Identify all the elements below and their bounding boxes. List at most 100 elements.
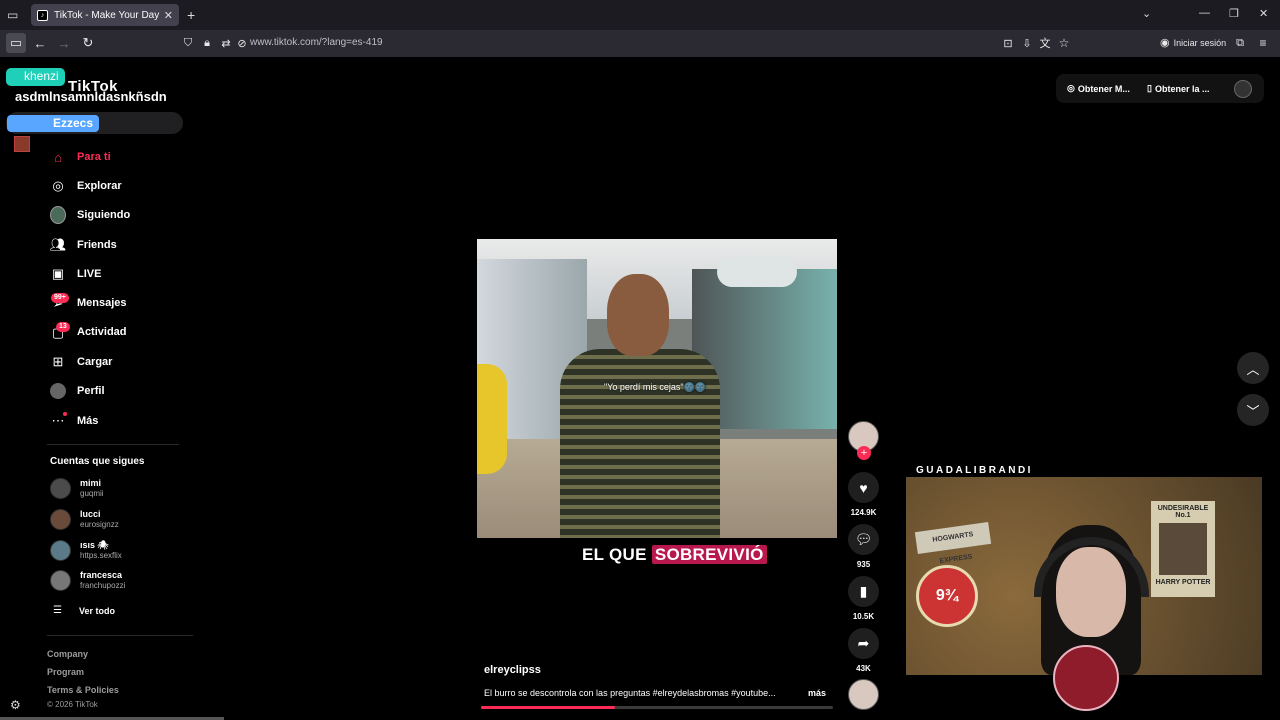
sidebar-item-para-ti[interactable]: Para ti [77,151,111,163]
avatar [50,540,71,561]
extensions-icon[interactable]: ⧉ [1230,33,1250,53]
home-icon: ⌂ [54,149,62,165]
url-bar[interactable]: www.tiktok.com/?lang=es-419 [250,37,383,48]
sidebar-item-friends[interactable]: Friends [77,239,117,251]
account-icon: ◉ [1160,37,1170,49]
footer-link-terms[interactable]: Terms & Policies [47,685,119,695]
poster-name: HARRY POTTER [1155,579,1211,586]
gear-icon[interactable]: ⚙ [10,698,21,712]
next-video-button[interactable]: ﹀ [1237,394,1269,426]
coin-icon: ◎ [1067,83,1075,93]
account-handle: https.sexflix [80,551,122,560]
sidebar-item-perfil[interactable]: Perfil [77,385,105,397]
follow-plus-icon[interactable]: + [857,446,871,460]
new-tab-button[interactable]: + [187,7,195,23]
account-name: lucci [80,509,101,519]
screenshot-icon[interactable]: ⊡ [998,33,1018,53]
subtitle-highlight: SOBREVIVIÓ [651,545,767,564]
progress-fill [481,706,615,709]
platform-sign: 9¾ [916,565,978,627]
heart-icon: ♥ [859,479,868,496]
lock-icon[interactable]: 🔒︎ [197,33,217,53]
video-man-body [560,349,720,538]
more-link[interactable]: más [808,688,826,698]
forward-button[interactable]: → [54,33,74,53]
sidebar-toggle-icon[interactable]: ▭ [6,33,26,53]
get-coins-label: Obtener M... [1077,83,1130,94]
tab-list-icon[interactable]: ▭ [7,8,18,22]
get-app-label: Obtener la ... [1154,83,1210,94]
signin-label: Iniciar sesión [1173,37,1227,48]
account-item[interactable]: lucci eurosignzz [50,509,119,530]
sidebar-item-actividad[interactable]: Actividad [77,326,127,338]
translate-icon[interactable]: 文 [1035,33,1055,53]
avatar [50,509,71,530]
share-count: 43K [856,664,871,673]
account-handle: franchupozzi [80,581,126,590]
sidebar-divider [47,635,193,636]
menu-icon[interactable]: ≡ [1253,33,1273,53]
tab-close-icon[interactable]: ✕ [164,9,173,22]
account-handle: eurosignzz [80,520,119,529]
sidebar-item-mas[interactable]: Más [77,415,98,427]
see-all-link[interactable]: Ver todo [79,606,115,616]
account-item[interactable]: ısıs 🕷 https.sexflix [50,540,122,561]
account-item[interactable]: francesca franchupozzi [50,570,125,591]
save-page-icon[interactable]: ⇩ [1017,33,1037,53]
avatar [50,478,71,499]
account-name: francesca [80,570,123,580]
search-bar-overlay[interactable]: Ezzecs [6,112,183,134]
video-progress-bar[interactable] [481,706,833,709]
shield-icon[interactable]: ⛉ [178,33,198,53]
video-man-head [607,274,669,356]
compass-icon: ◎ [52,178,64,193]
previous-video-button[interactable]: ︿ [1237,352,1269,384]
user-avatar[interactable] [1234,80,1252,98]
chevron-down-icon: ﹀ [1246,403,1260,419]
sidebar-item-mensajes[interactable]: Mensajes [77,297,127,309]
footer-link-company[interactable]: Company [47,649,88,659]
bookmark-star-icon[interactable]: ☆ [1054,33,1074,53]
footer-link-program[interactable]: Program [47,667,84,677]
comment-count: 935 [856,560,871,569]
comment-button[interactable]: 💬︎ [848,524,879,555]
sidebar-item-live[interactable]: LIVE [77,268,101,280]
share-button[interactable]: ➦ [848,628,879,659]
activity-badge: 13 [56,322,70,332]
sidebar-item-cargar[interactable]: Cargar [77,356,112,368]
get-app-button[interactable]: ▯ Obtener la ... [1147,83,1209,94]
sidebar-divider [47,444,179,445]
comment-icon: 💬︎ [854,531,873,547]
save-count: 10.5K [852,612,875,621]
back-button[interactable]: ← [30,33,50,53]
wanted-poster: UNDESIRABLE No.1 HARRY POTTER [1151,501,1215,597]
account-name: mimi [80,478,102,488]
like-button[interactable]: ♥ [848,472,879,503]
reload-button[interactable]: ↻ [78,33,98,53]
video-author[interactable]: elreyclipss [484,664,541,676]
signin-button[interactable]: ◉ Iniciar sesión [1160,36,1226,49]
video-yellow-figure [477,364,507,474]
sidebar-item-siguiendo[interactable]: Siguiendo [77,209,130,221]
tracking-icon[interactable]: ⊘ [232,33,252,53]
account-name: ısıs 🕷 [80,540,109,550]
account-handle: guqmii [80,489,104,498]
overlay-thumbnail [14,136,30,152]
overlay-user-text: asdmlnsamnldasnkñsdn [15,89,167,104]
account-item[interactable]: mimi guqmii [50,478,104,499]
save-button[interactable]: ▮ [848,576,879,607]
more-notification-dot [63,412,67,416]
window-minimize-button[interactable]: — [1199,7,1210,19]
browser-tab[interactable]: ♪ TikTok - Make Your Day ✕ [31,4,179,26]
sound-avatar[interactable] [848,679,879,710]
video-subtitle: EL QUE SOBREVIVIÓ [582,545,767,565]
share-icon: ➦ [857,635,870,651]
sidebar-item-explorar[interactable]: Explorar [77,180,122,192]
tab-overflow-chevron-icon[interactable]: ⌄ [1142,7,1151,20]
avatar [50,570,71,591]
subtitle-text: EL QUE [582,545,647,564]
window-close-button[interactable]: ✕ [1259,7,1268,20]
profile-icon [50,383,66,399]
get-coins-button[interactable]: ◎ Obtener M... [1067,83,1130,94]
window-restore-button[interactable]: ❐ [1229,7,1239,20]
